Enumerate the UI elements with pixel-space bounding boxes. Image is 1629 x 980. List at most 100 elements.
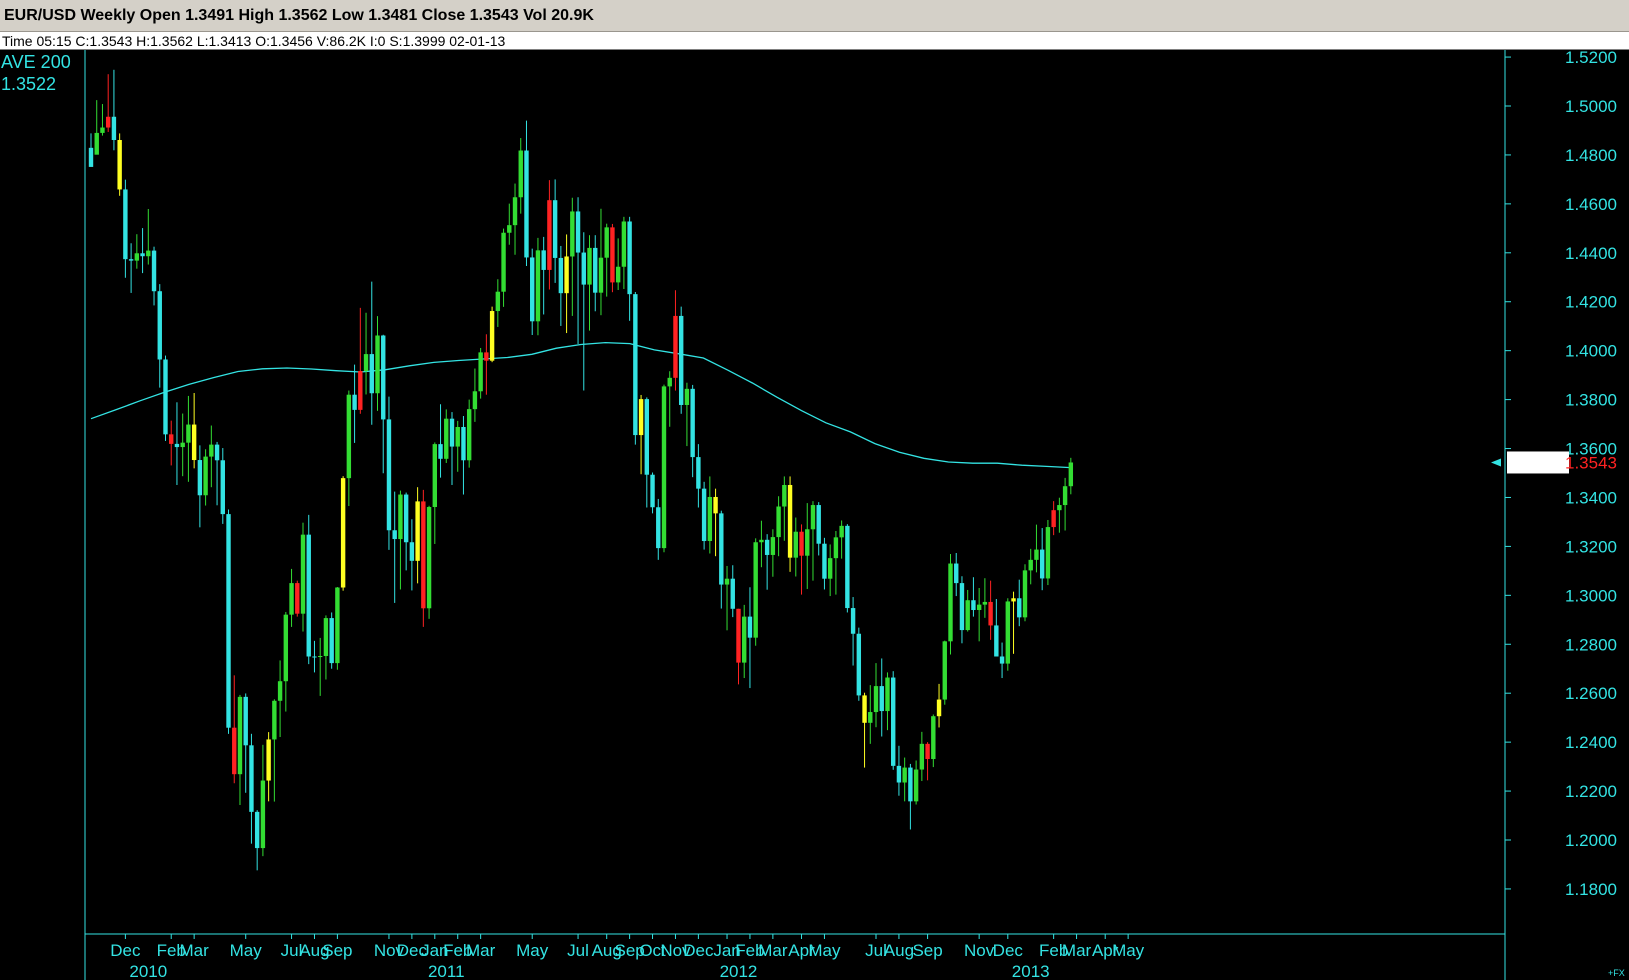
month-label: Dec bbox=[683, 941, 714, 960]
candle-body bbox=[1039, 549, 1045, 579]
candle-body bbox=[501, 232, 506, 292]
price-tick-label: 1.2600 bbox=[1565, 684, 1617, 703]
candle-body bbox=[461, 427, 466, 461]
candle-body bbox=[593, 247, 598, 293]
price-tick-label: 1.4400 bbox=[1565, 244, 1617, 263]
candle-body bbox=[300, 534, 306, 614]
candle-body bbox=[398, 494, 403, 540]
last-price-label: 1.3543 bbox=[1565, 453, 1617, 472]
candle-body bbox=[988, 601, 993, 626]
candle-body bbox=[140, 253, 145, 257]
candle-body bbox=[518, 150, 523, 198]
month-label: Mar bbox=[466, 941, 496, 960]
candle-body bbox=[426, 507, 432, 609]
candle-body bbox=[237, 696, 243, 775]
candle-body bbox=[117, 140, 122, 190]
candle-body bbox=[719, 513, 724, 585]
candle bbox=[610, 223, 615, 293]
chart-title: EUR/USD Weekly Open 1.3491 High 1.3562 L… bbox=[4, 7, 594, 24]
candle bbox=[117, 133, 122, 196]
candle bbox=[633, 291, 638, 445]
candle-body bbox=[535, 250, 541, 322]
candle-body bbox=[615, 266, 621, 283]
candle-body bbox=[283, 614, 289, 682]
candle-body bbox=[948, 563, 953, 642]
candle-body bbox=[295, 583, 300, 614]
candle bbox=[948, 553, 953, 655]
candle-body bbox=[942, 641, 947, 700]
candle bbox=[489, 306, 495, 363]
candle-body bbox=[197, 460, 203, 496]
price-tick-label: 1.3200 bbox=[1565, 537, 1617, 556]
candle-body bbox=[88, 147, 94, 167]
candle-body bbox=[232, 727, 237, 775]
candle-body bbox=[810, 505, 816, 530]
candle-body bbox=[180, 442, 185, 448]
candle-body bbox=[363, 354, 369, 371]
candle-body bbox=[862, 695, 867, 723]
candle bbox=[942, 640, 947, 705]
month-label: May bbox=[1112, 941, 1145, 960]
month-label: Dec bbox=[110, 941, 141, 960]
candle-body bbox=[1017, 598, 1022, 618]
candle-body bbox=[713, 496, 718, 514]
candle-body bbox=[277, 681, 283, 701]
candle-body bbox=[684, 388, 690, 405]
candle-body bbox=[856, 633, 862, 696]
price-tick-label: 1.3400 bbox=[1565, 488, 1617, 507]
candle-body bbox=[323, 618, 329, 657]
candle-body bbox=[845, 525, 850, 609]
candle-body bbox=[421, 501, 426, 609]
candle-body bbox=[438, 444, 443, 459]
candle-body bbox=[340, 478, 346, 588]
candle-body bbox=[673, 315, 678, 378]
candle-body bbox=[432, 444, 437, 508]
price-tick-label: 1.4600 bbox=[1565, 195, 1617, 214]
candle-body bbox=[587, 247, 592, 285]
candle-body bbox=[931, 716, 936, 760]
candle bbox=[386, 396, 392, 550]
candle-body bbox=[994, 625, 999, 657]
candle-body bbox=[581, 252, 586, 285]
candle-body bbox=[770, 537, 776, 555]
candle-body bbox=[191, 424, 197, 461]
candle-body bbox=[524, 150, 529, 258]
candle-body bbox=[1057, 505, 1062, 511]
candle bbox=[845, 524, 850, 613]
candle-body bbox=[833, 537, 839, 559]
candle bbox=[1022, 564, 1028, 622]
candle-body bbox=[885, 677, 890, 712]
price-tick-label: 1.5000 bbox=[1565, 97, 1617, 116]
candle-body bbox=[260, 780, 266, 849]
month-label: Jul bbox=[567, 941, 589, 960]
candle-body bbox=[547, 200, 552, 270]
candle-body bbox=[701, 488, 707, 542]
candle-body bbox=[352, 394, 357, 410]
candle-body bbox=[220, 460, 225, 515]
candle-body bbox=[879, 686, 884, 712]
candle-body bbox=[530, 257, 535, 322]
candle-body bbox=[638, 399, 644, 436]
price-chart[interactable]: 1.5200 1.5000 1.4800 1.4600 1.4400 1.4200 1.40… bbox=[0, 50, 1629, 980]
indicator-label: AVE 200 bbox=[1, 52, 71, 72]
candle-body bbox=[816, 505, 821, 544]
candle bbox=[478, 347, 483, 399]
candle-body bbox=[512, 197, 518, 226]
candle-body bbox=[449, 418, 455, 447]
candle-body bbox=[289, 583, 294, 615]
candle-body bbox=[306, 534, 311, 657]
candle-body bbox=[1011, 598, 1016, 602]
candle-body bbox=[1045, 527, 1051, 579]
candle-body bbox=[850, 608, 856, 634]
month-label: Sep bbox=[322, 941, 352, 960]
candle-body bbox=[100, 127, 105, 133]
candle bbox=[335, 587, 340, 670]
month-label: Mar bbox=[1062, 941, 1092, 960]
month-label: Mar bbox=[758, 941, 788, 960]
year-label: 2011 bbox=[428, 962, 465, 980]
candle bbox=[226, 509, 231, 734]
price-tick-label: 1.3000 bbox=[1565, 586, 1617, 605]
candle-body bbox=[782, 484, 787, 507]
price-tick-label: 1.4000 bbox=[1565, 342, 1617, 361]
price-tick-label: 1.2400 bbox=[1565, 733, 1617, 752]
